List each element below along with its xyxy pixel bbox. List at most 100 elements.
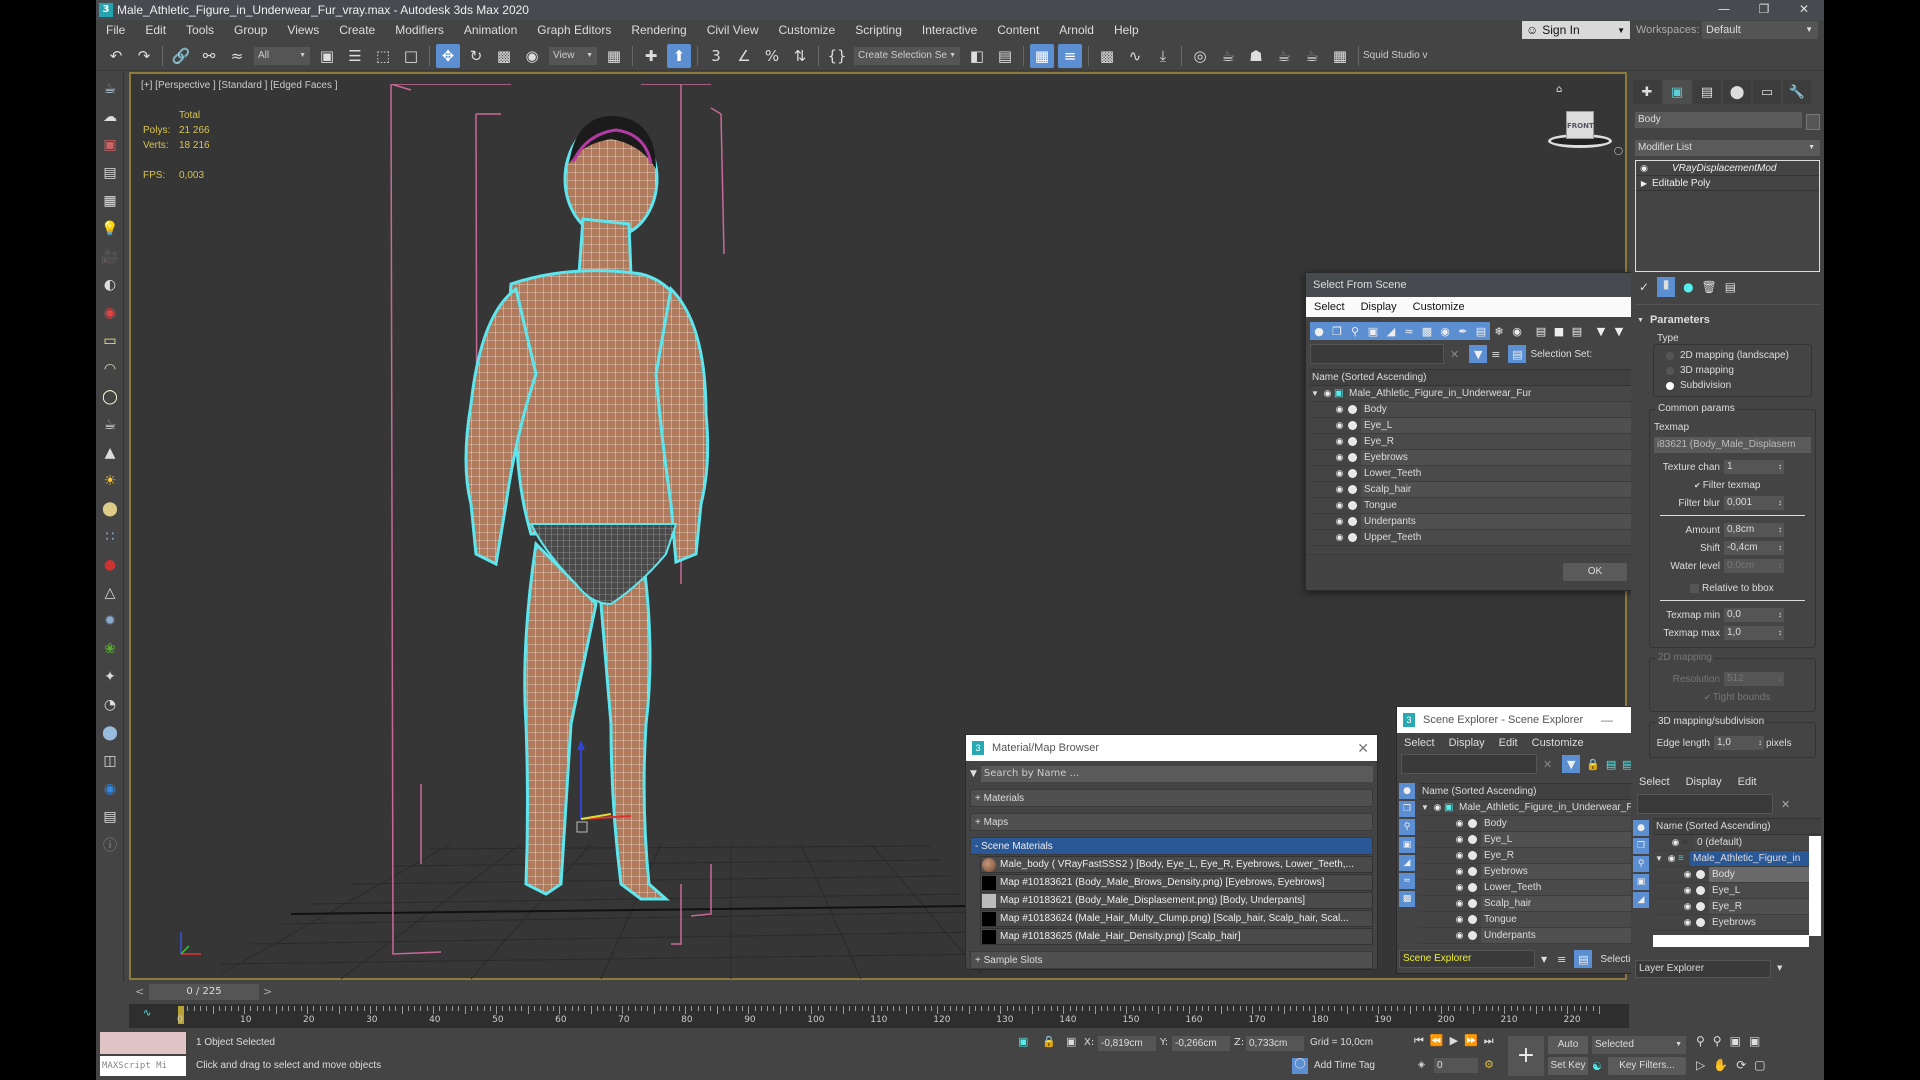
align-icon[interactable]: ▤ bbox=[993, 44, 1017, 68]
disc-light-icon[interactable]: ◯ bbox=[99, 386, 121, 408]
display-none-icon[interactable]: ■ bbox=[1550, 322, 1568, 340]
menu-rendering[interactable]: Rendering bbox=[621, 23, 696, 37]
spacewarps-filter-icon[interactable]: ≈ bbox=[1399, 873, 1415, 889]
close-icon[interactable]: ✕ bbox=[1357, 735, 1369, 761]
menu-arnold[interactable]: Arnold bbox=[1049, 23, 1104, 37]
eye-icon[interactable]: ◉ bbox=[1333, 516, 1346, 527]
material-entry[interactable]: Map #10183621 (Body_Male_Displasement.pn… bbox=[980, 892, 1373, 909]
filter-select-icon[interactable]: ▼ bbox=[1469, 345, 1488, 363]
utilities-tab-icon[interactable]: 🔧 bbox=[1783, 80, 1811, 104]
radio-button-selected[interactable] bbox=[1666, 381, 1674, 390]
named-selection-dropdown[interactable]: Create Selection Se ▼ bbox=[854, 46, 960, 65]
modifier-list-dropdown[interactable]: Modifier List ▼ bbox=[1635, 140, 1820, 156]
menu-customize[interactable]: Customize bbox=[1405, 301, 1473, 313]
material-entry[interactable]: Map #10183624 (Male_Hair_Multy_Clump.png… bbox=[980, 910, 1373, 927]
minimize-button[interactable]: — bbox=[1587, 707, 1627, 733]
layer-row[interactable]: ▼ ◉ ≡ Male_Athletic_Figure_in bbox=[1653, 851, 1811, 867]
eye-icon[interactable]: ◉ bbox=[1681, 885, 1694, 896]
selection-filter-dropdown[interactable]: All ▼ bbox=[254, 46, 310, 65]
field-of-view-icon[interactable]: ▷ bbox=[1696, 1058, 1705, 1072]
eye-icon[interactable]: ◉ bbox=[1333, 404, 1346, 415]
hierarchy-icon[interactable]: ▤ bbox=[1508, 345, 1527, 363]
modify-tab-icon[interactable]: ▣ bbox=[1663, 80, 1691, 104]
reference-coord-dropdown[interactable]: View ▼ bbox=[549, 46, 597, 65]
material-entry[interactable]: Male_body ( VRayFastSSS2 ) [Body, Eye_L,… bbox=[980, 856, 1373, 873]
menu-animation[interactable]: Animation bbox=[454, 23, 527, 37]
lights-filter-icon[interactable]: ⚲ bbox=[1633, 856, 1649, 872]
relative-to-bbox-checkbox[interactable] bbox=[1690, 583, 1699, 593]
cone-icon[interactable]: ▲ bbox=[99, 442, 121, 464]
pivot-center-icon[interactable]: ▦ bbox=[602, 44, 626, 68]
squid-studio-label[interactable]: Squid Studio v bbox=[1363, 50, 1428, 61]
render-setup-icon[interactable]: ☕ bbox=[1216, 44, 1240, 68]
helpers-filter-icon[interactable]: ◢ bbox=[1382, 322, 1400, 340]
tree-item[interactable]: ◉ Eye_L bbox=[1653, 883, 1811, 899]
search-by-name-input[interactable]: Search by Name ... bbox=[980, 766, 1373, 782]
eye-icon[interactable]: ◉ bbox=[1453, 898, 1466, 909]
layers-icon[interactable]: ≡ bbox=[1557, 953, 1566, 966]
menu-help[interactable]: Help bbox=[1104, 23, 1149, 37]
select-and-place-icon[interactable]: ◉ bbox=[520, 44, 544, 68]
next-frame-icon[interactable]: > bbox=[263, 985, 272, 998]
next-frame-icon[interactable]: ⏩ bbox=[1464, 1034, 1478, 1048]
geometry-filter-icon[interactable]: ● bbox=[1633, 820, 1649, 836]
sphere-light-icon[interactable]: ⬤ bbox=[99, 498, 121, 520]
render-window-icon[interactable]: ▣ bbox=[99, 134, 121, 156]
menu-content[interactable]: Content bbox=[987, 23, 1049, 37]
object-name-input[interactable]: Body bbox=[1635, 112, 1802, 128]
browser-title-bar[interactable]: 3 Material/Map Browser ✕ bbox=[966, 735, 1377, 761]
clear-search-icon[interactable]: ✕ bbox=[1781, 798, 1790, 811]
geometry-filter-icon[interactable]: ● bbox=[1399, 783, 1415, 799]
menu-file[interactable]: File bbox=[96, 23, 135, 37]
remove-modifier-icon[interactable]: 🗑 bbox=[1702, 280, 1717, 294]
grass-icon[interactable]: ❀ bbox=[99, 638, 121, 660]
sphere-icon[interactable]: ⬤ bbox=[99, 722, 121, 744]
zoom-all-icon[interactable]: ⚲ bbox=[1713, 1034, 1722, 1048]
eye-icon[interactable]: ◉ bbox=[1636, 161, 1652, 176]
layer-row[interactable]: ◉ ≡ 0 (default) bbox=[1653, 835, 1811, 851]
eye-icon[interactable]: ◉ bbox=[1453, 866, 1466, 877]
containers-filter-icon[interactable]: ▤ bbox=[1472, 322, 1490, 340]
vertical-scrollbar[interactable] bbox=[1809, 836, 1821, 936]
render-iterative-icon[interactable]: ☕ bbox=[1300, 44, 1324, 68]
expand-all-icon[interactable]: ▤ bbox=[1606, 758, 1616, 771]
isolate-selection-icon[interactable]: ▣ bbox=[1018, 1035, 1028, 1048]
column-header-name[interactable]: Name (Sorted Ascending) bbox=[1653, 818, 1821, 835]
spinner-snap-icon[interactable]: ⇅ bbox=[788, 44, 812, 68]
menu-views[interactable]: Views bbox=[277, 23, 329, 37]
fur-icon[interactable]: ✹ bbox=[99, 610, 121, 632]
hierarchy-tab-icon[interactable]: ▤ bbox=[1693, 80, 1721, 104]
bones-filter-icon[interactable]: ✒ bbox=[1454, 322, 1472, 340]
shapes-filter-icon[interactable]: ❐ bbox=[1399, 801, 1415, 817]
resolution-spinner[interactable]: 512 bbox=[1724, 672, 1784, 686]
grid-panel-icon[interactable]: ▦ bbox=[99, 190, 121, 212]
modifier-stack-item[interactable]: ◉ VRayDisplacementMod bbox=[1636, 161, 1819, 176]
play-icon[interactable]: ▶ bbox=[1450, 1034, 1458, 1048]
category-materials[interactable]: + Materials bbox=[970, 789, 1373, 807]
menu-display[interactable]: Display bbox=[1353, 301, 1405, 313]
close-button[interactable]: ✕ bbox=[1784, 0, 1824, 18]
percent-snap-icon[interactable]: % bbox=[760, 44, 784, 68]
lights-filter-icon[interactable]: ⚲ bbox=[1346, 322, 1364, 340]
curve-editor-mini-icon[interactable]: ∿ bbox=[143, 1008, 151, 1019]
menu-edit[interactable]: Edit bbox=[1492, 737, 1525, 749]
clear-search-icon[interactable]: ✕ bbox=[1543, 758, 1552, 771]
radio-2d-mapping[interactable]: 2D mapping (landscape) bbox=[1654, 348, 1811, 363]
minimize-button[interactable]: — bbox=[1704, 0, 1744, 18]
menu-customize[interactable]: Customize bbox=[1525, 737, 1591, 749]
expand-icon[interactable]: ▼ bbox=[1309, 389, 1321, 398]
explorer-name-field[interactable]: Layer Explorer bbox=[1635, 960, 1771, 978]
eye-icon[interactable]: ◉ bbox=[1333, 500, 1346, 511]
maxscript-mini-listener[interactable]: MAXScript Mi bbox=[100, 1056, 186, 1076]
eye-icon[interactable]: ◉ bbox=[1453, 930, 1466, 941]
teapot-mesh-icon[interactable]: ☕ bbox=[99, 414, 121, 436]
key-tangent-icon[interactable]: ☯ bbox=[1592, 1060, 1602, 1073]
modifier-stack-item[interactable]: ▶ Editable Poly bbox=[1636, 176, 1819, 191]
eye-icon[interactable]: ◉ bbox=[1333, 452, 1346, 463]
prev-frame-icon[interactable]: < bbox=[135, 985, 144, 998]
options-dropdown-icon[interactable]: ▼ bbox=[970, 769, 977, 779]
maxscript-listener-output[interactable] bbox=[100, 1032, 186, 1054]
dome-light-icon[interactable]: ◐ bbox=[99, 274, 121, 296]
amount-spinner[interactable]: 0,8cm bbox=[1724, 523, 1784, 537]
proxy-icon[interactable]: ◉ bbox=[99, 778, 121, 800]
